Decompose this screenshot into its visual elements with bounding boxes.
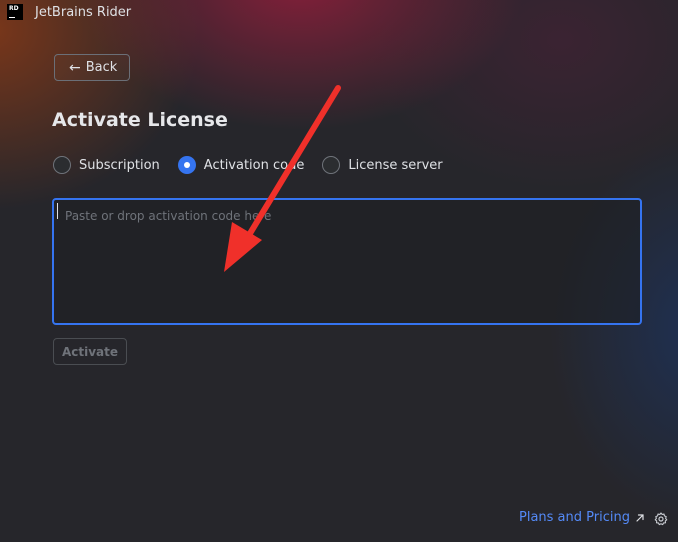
- radio-subscription[interactable]: Subscription: [53, 156, 160, 174]
- radio-activation-code[interactable]: Activation code: [177, 156, 305, 174]
- page-title: Activate License: [52, 109, 228, 131]
- rider-license-window: RD JetBrains Rider ← Back Activate Licen…: [0, 0, 678, 542]
- radio-label: Activation code: [203, 157, 305, 173]
- rider-logo-icon: RD: [7, 4, 23, 20]
- gear-icon[interactable]: [654, 512, 668, 526]
- radio-circle: [322, 156, 341, 174]
- radio-circle: [53, 156, 71, 174]
- app-title: JetBrains Rider: [35, 5, 132, 20]
- title-bar: RD JetBrains Rider: [0, 0, 678, 28]
- text-caret: [57, 203, 58, 219]
- activation-code-textarea[interactable]: Paste or drop activation code here: [52, 198, 642, 325]
- activate-button[interactable]: Activate: [53, 338, 127, 365]
- plans-and-pricing-link[interactable]: Plans and Pricing: [519, 510, 645, 525]
- license-type-radio-group: Subscription Activation code License ser…: [53, 155, 461, 175]
- plans-link-label: Plans and Pricing: [519, 510, 630, 525]
- radio-label: Subscription: [79, 157, 160, 173]
- logo-text: RD: [9, 5, 19, 12]
- radio-circle-selected: [177, 156, 196, 174]
- activation-code-placeholder: Paste or drop activation code here: [65, 209, 272, 223]
- back-button-label: Back: [85, 60, 118, 75]
- radio-label: License server: [348, 157, 443, 173]
- external-link-icon: [636, 513, 644, 522]
- radio-license-server[interactable]: License server: [322, 156, 443, 174]
- arrow-left-icon: ←: [69, 59, 81, 76]
- back-button[interactable]: ← Back: [54, 54, 130, 81]
